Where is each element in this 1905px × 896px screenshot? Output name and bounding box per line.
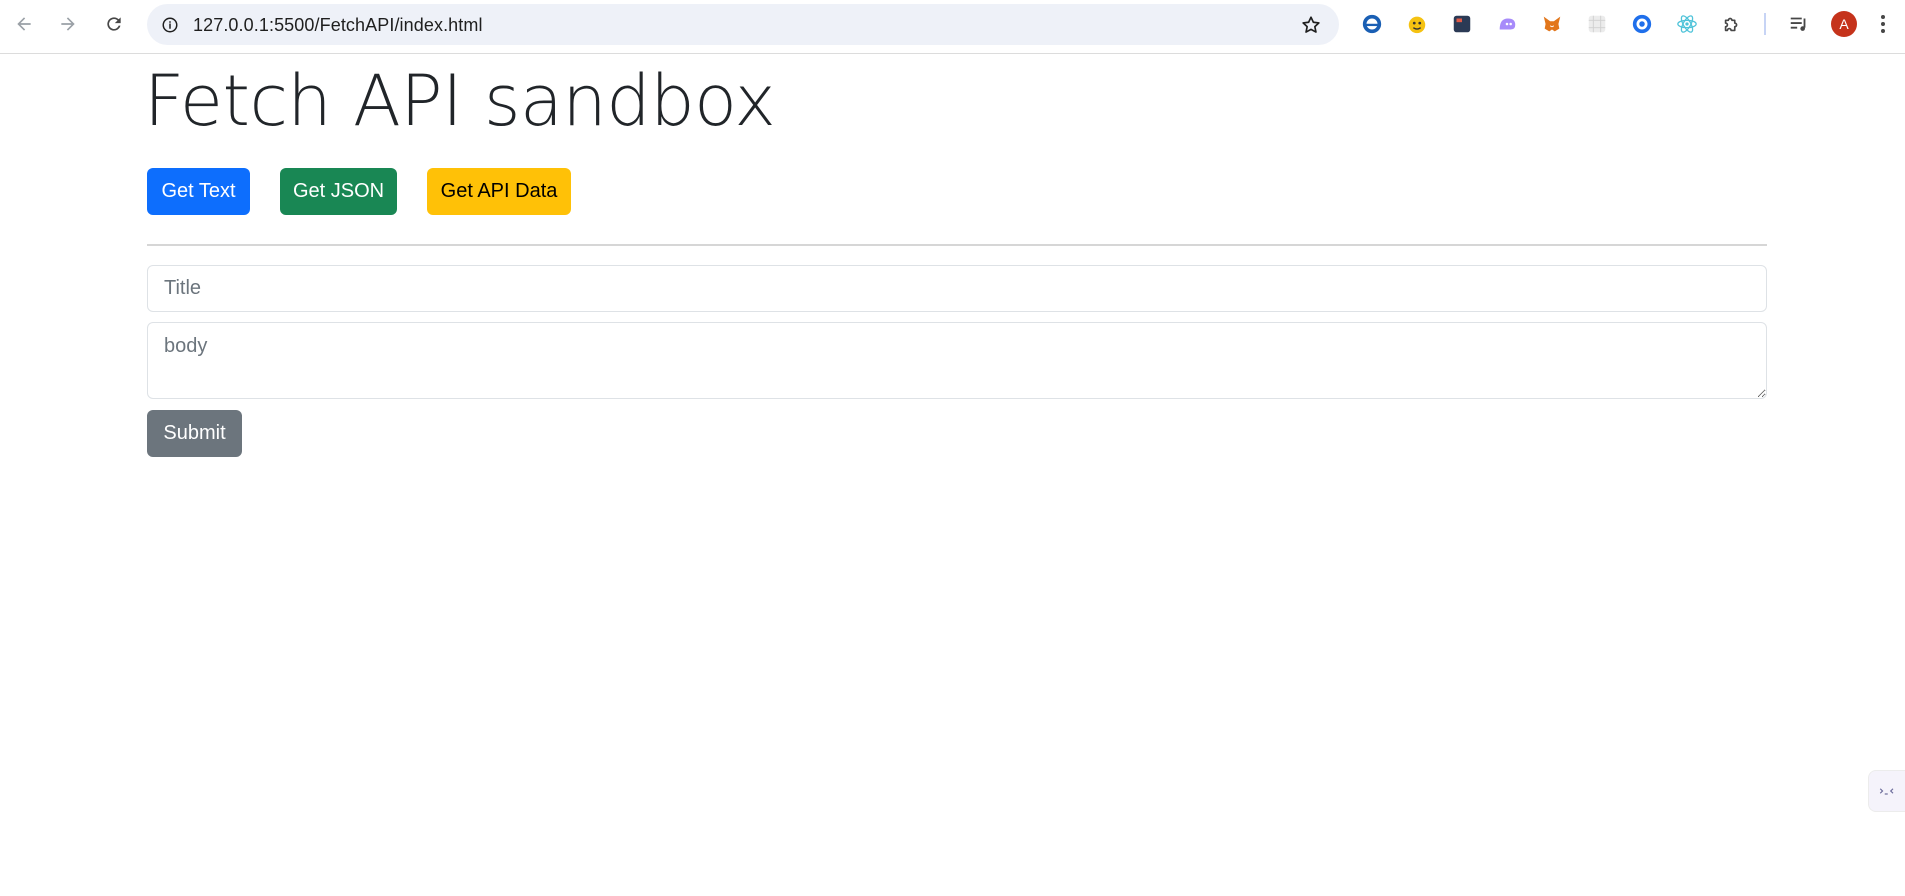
body-textarea[interactable] [147,322,1767,399]
browser-toolbar: 127.0.0.1:5500/FetchAPI/index.html A [0,0,1905,54]
info-icon [162,17,178,33]
back-button[interactable] [8,8,40,40]
reload-icon [107,17,121,31]
ie-extension-icon[interactable] [1359,11,1385,37]
star-icon [1302,16,1320,33]
title-input[interactable] [147,265,1767,312]
profile-avatar[interactable]: A [1831,11,1857,37]
assistant-face-icon [1879,788,1894,795]
reload-button[interactable] [98,8,130,40]
get-json-button[interactable]: Get JSON [280,168,397,215]
react-extension-icon[interactable] [1674,11,1700,37]
target-extension-icon[interactable] [1629,11,1655,37]
puzzle-extension-icon[interactable] [1719,11,1745,37]
kebab-menu-icon[interactable] [1873,11,1893,37]
url-text: 127.0.0.1:5500/FetchAPI/index.html [193,15,483,35]
media-queue-icon[interactable] [1786,11,1812,37]
arrow-right-icon [61,17,75,31]
site-info-button[interactable] [157,12,183,38]
get-api-data-button[interactable]: Get API Data [427,168,571,215]
arrow-left-icon [17,17,31,31]
horizontal-rule [147,244,1767,246]
bookmark-star-button[interactable] [1299,13,1323,37]
submit-button[interactable]: Submit [147,410,242,457]
toolbar-separator [1764,13,1766,35]
honey-extension-icon[interactable] [1404,11,1430,37]
ghost-extension-icon[interactable] [1494,11,1520,37]
page-title: Fetch API sandbox [144,60,776,142]
metamask-extension-icon[interactable] [1539,11,1565,37]
grid-extension-icon[interactable] [1584,11,1610,37]
address-bar[interactable]: 127.0.0.1:5500/FetchAPI/index.html [147,4,1339,45]
get-text-button[interactable]: Get Text [147,168,250,215]
forward-button[interactable] [52,8,84,40]
side-assistant-widget[interactable] [1868,770,1905,812]
dark-panel-extension-icon[interactable] [1449,11,1475,37]
